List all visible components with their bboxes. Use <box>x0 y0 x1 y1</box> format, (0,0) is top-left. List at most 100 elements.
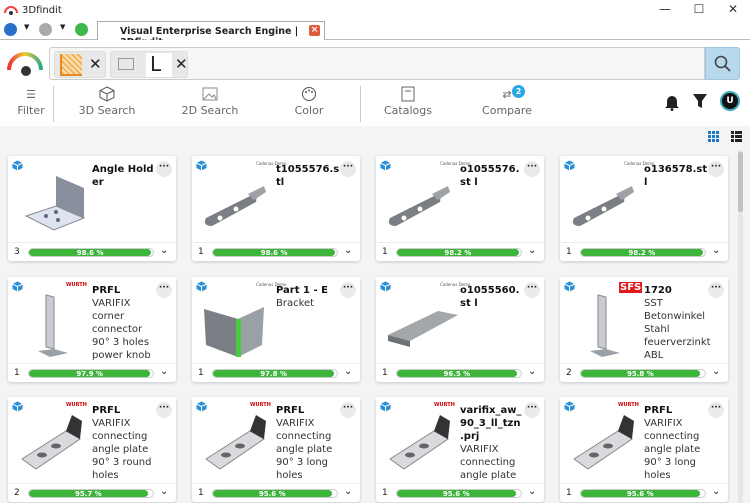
close-button[interactable]: ✕ <box>716 0 750 18</box>
chevron-down-icon[interactable]: ⌄ <box>160 366 168 377</box>
card-description-line: feuerverzinkt <box>644 337 711 348</box>
compare-button[interactable]: ⇄ 2 Compare <box>480 84 534 117</box>
chevron-down-icon[interactable]: ⌄ <box>528 366 536 377</box>
more-options-button[interactable]: ··· <box>156 161 172 177</box>
list-view-icon[interactable] <box>731 131 742 142</box>
more-options-button[interactable]: ··· <box>156 402 172 418</box>
variant-count: 1 <box>382 368 388 378</box>
3d-search-button[interactable]: 3D Search <box>72 84 142 117</box>
part-thumbnail[interactable] <box>568 409 644 477</box>
card-title[interactable]: PRFL <box>644 404 708 417</box>
maximize-button[interactable]: ☐ <box>682 0 716 18</box>
card-title[interactable]: Angle Holder <box>92 163 156 189</box>
result-card[interactable]: Cadenas Demo t1055576.stl ··· 1 98.6 % ⌄ <box>192 156 360 261</box>
search-input[interactable]: ✕ L ✕ <box>49 47 705 80</box>
filter-button[interactable]: ☰ Filter <box>14 84 48 118</box>
result-card[interactable]: Cadenas Demo o136578.stl ··· 1 98.2 % ⌄ <box>560 156 728 261</box>
card-description-line: Betonwinkel <box>644 311 706 322</box>
chevron-down-icon[interactable]: ⌄ <box>528 245 536 256</box>
part-thumbnail[interactable] <box>16 168 92 236</box>
result-card[interactable]: WURTH PRFL VARIFIX connecting angle plate 90… <box>192 397 360 502</box>
more-options-button[interactable]: ··· <box>524 402 540 418</box>
more-options-button[interactable]: ··· <box>340 282 356 298</box>
part-thumbnail[interactable] <box>16 289 92 357</box>
part-thumbnail[interactable] <box>568 168 644 236</box>
remove-chip-icon[interactable]: ✕ <box>89 55 102 73</box>
result-card[interactable]: WURTH PRFL VARIFIX corner connector 90° 3 ho… <box>8 277 176 382</box>
part-thumbnail[interactable] <box>384 289 460 357</box>
2d-search-button[interactable]: 2D Search <box>175 84 245 117</box>
chevron-down-icon[interactable]: ⌄ <box>712 245 720 256</box>
result-card[interactable]: Cadenas Demo o1055560.st l ··· 1 96.5 % … <box>376 277 544 382</box>
more-options-button[interactable]: ··· <box>524 161 540 177</box>
card-title[interactable]: varifix_aw_ 90_3_ll_tzn .prj <box>460 404 524 443</box>
result-card[interactable]: SFS 1720 SST Betonwinkel Stahl feuerverzinkt… <box>560 277 728 382</box>
result-card[interactable]: Cadenas Demo Part 1 - E Bracket ··· 1 97.… <box>192 277 360 382</box>
more-options-button[interactable]: ··· <box>156 282 172 298</box>
more-options-button[interactable]: ··· <box>708 282 724 298</box>
filter-label: Filter <box>17 104 45 117</box>
part-thumbnail[interactable] <box>200 409 276 477</box>
back-button[interactable] <box>4 23 17 36</box>
part-thumbnail[interactable] <box>200 289 276 357</box>
result-card[interactable]: WURTH PRFL VARIFIX connecting angle plate 90… <box>560 397 728 502</box>
refresh-button[interactable] <box>75 23 88 36</box>
browser-tab[interactable]: Visual Enterprise Search Engine | 3Dfind… <box>97 21 325 48</box>
result-card[interactable]: WURTH varifix_aw_ 90_3_ll_tzn .prj VARIFI… <box>376 397 544 502</box>
color-button[interactable]: Color <box>284 84 334 117</box>
card-title[interactable]: Part 1 - E <box>276 284 340 297</box>
result-card[interactable]: Angle Holder ··· 3 98.6 % ⌄ <box>8 156 176 261</box>
result-card[interactable]: WURTH PRFL VARIFIX connecting angle plate 90… <box>8 397 176 502</box>
remove-chip-icon[interactable]: ✕ <box>175 55 188 73</box>
divider <box>53 86 54 122</box>
more-options-button[interactable]: ··· <box>340 161 356 177</box>
bell-icon[interactable] <box>664 93 680 111</box>
compare-label: Compare <box>482 104 532 117</box>
part-thumbnail[interactable] <box>200 168 276 236</box>
catalog-icon <box>380 84 436 104</box>
card-title[interactable]: PRFL <box>92 404 156 417</box>
search-button[interactable] <box>705 47 740 80</box>
card-title[interactable]: o136578.stl <box>644 163 708 189</box>
tab-close-icon[interactable]: × <box>309 25 320 36</box>
part-thumbnail[interactable] <box>384 168 460 236</box>
funnel-filter-icon[interactable] <box>692 93 708 109</box>
minimize-button[interactable]: — <box>648 0 682 18</box>
part-thumbnail[interactable] <box>16 409 92 477</box>
grid-view-icon[interactable] <box>708 131 719 142</box>
result-card[interactable]: Cadenas Demo o1055576.st l ··· 1 98.2 % … <box>376 156 544 261</box>
search-chip-3d[interactable]: ✕ <box>54 51 106 78</box>
more-options-button[interactable]: ··· <box>708 402 724 418</box>
part-thumbnail[interactable] <box>384 409 460 477</box>
chevron-down-icon[interactable]: ⌄ <box>344 245 352 256</box>
scrollbar[interactable] <box>738 150 743 503</box>
card-title[interactable]: o1055576.st l <box>460 163 524 189</box>
card-title[interactable]: PRFL <box>92 284 156 297</box>
chevron-down-icon[interactable]: ⌄ <box>160 486 168 497</box>
chevron-down-icon[interactable]: ⌄ <box>528 486 536 497</box>
catalogs-button[interactable]: Catalogs <box>380 84 436 117</box>
results-area: Angle Holder ··· 3 98.6 % ⌄ Cadenas Demo… <box>0 126 750 503</box>
more-options-button[interactable]: ··· <box>524 282 540 298</box>
chevron-down-icon[interactable]: ⌄ <box>160 245 168 256</box>
chevron-down-icon[interactable]: ⌄ <box>712 486 720 497</box>
search-chip-2d[interactable]: L ✕ <box>110 51 188 78</box>
card-title[interactable]: 1720 <box>644 284 708 297</box>
chevron-down-icon[interactable]: ⌄ <box>712 366 720 377</box>
card-description-line: connecting <box>644 431 700 442</box>
card-title[interactable]: t1055576.stl <box>276 163 340 189</box>
user-avatar[interactable]: U <box>720 91 740 111</box>
more-options-button[interactable]: ··· <box>340 402 356 418</box>
card-footer: 1 98.2 % ⌄ <box>560 242 728 261</box>
forward-dropdown-icon[interactable]: ▼ <box>60 23 65 31</box>
chevron-down-icon[interactable]: ⌄ <box>344 366 352 377</box>
card-title[interactable]: PRFL <box>276 404 340 417</box>
cube-icon <box>72 84 142 104</box>
forward-button[interactable] <box>39 23 52 36</box>
card-title[interactable]: o1055560.st l <box>460 284 524 310</box>
scrollbar-thumb[interactable] <box>738 152 743 212</box>
chevron-down-icon[interactable]: ⌄ <box>344 486 352 497</box>
part-thumbnail[interactable] <box>568 289 644 357</box>
more-options-button[interactable]: ··· <box>708 161 724 177</box>
back-dropdown-icon[interactable]: ▼ <box>24 23 29 31</box>
